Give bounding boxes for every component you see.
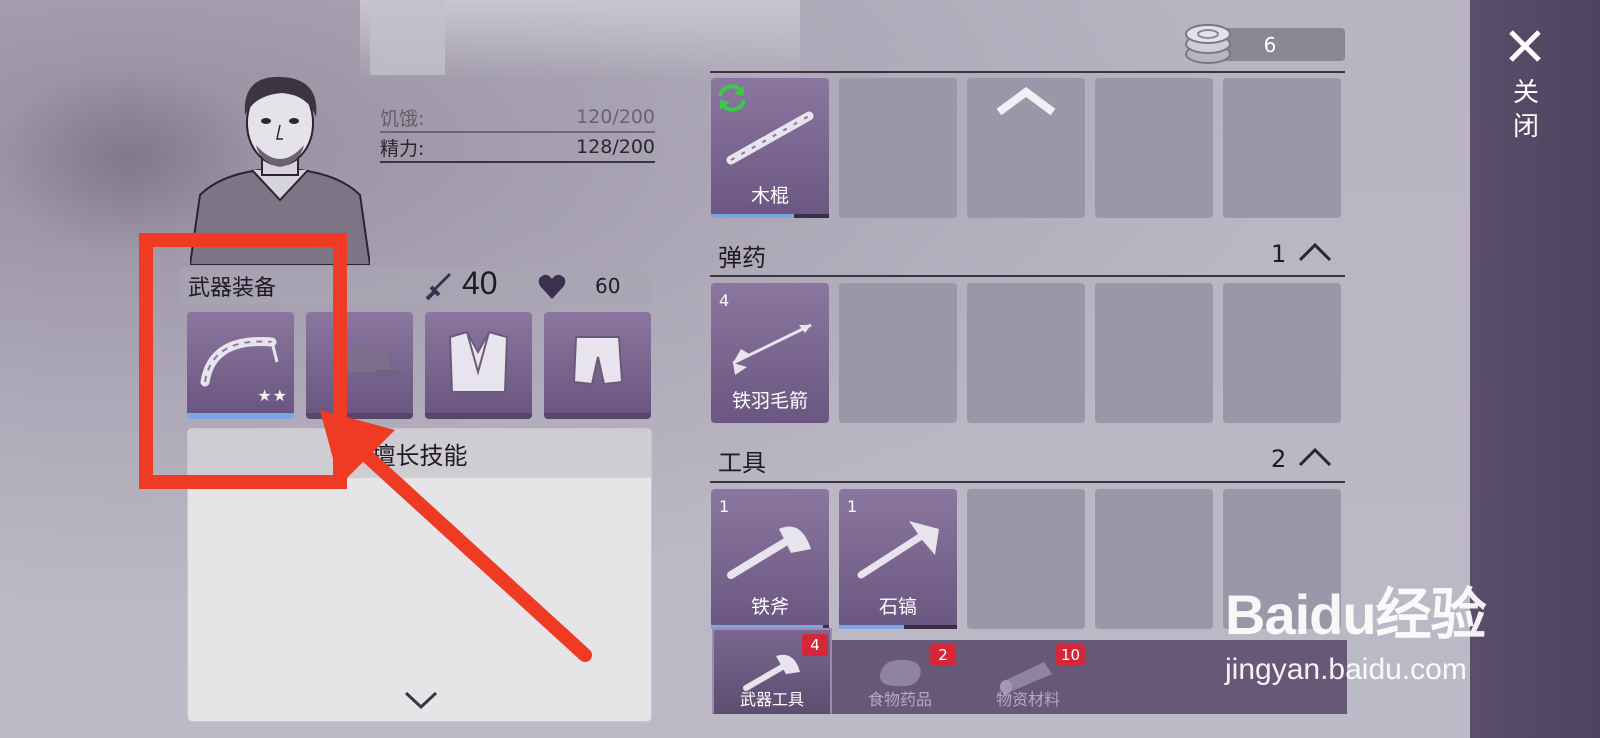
durability-fill [711,214,794,218]
inventory-slot-empty[interactable] [967,78,1085,218]
character-stats: 饥饿: 120/200 精力: 128/200 [380,103,655,163]
inventory-slot-empty[interactable] [1223,78,1341,218]
tab-badge: 4 [802,634,828,656]
divider [710,71,1345,73]
tab-badge: 10 [1056,644,1086,666]
refresh-icon[interactable] [714,82,750,114]
stat-row-hunger: 饥饿: 120/200 [380,103,655,133]
inventory-slot-empty[interactable] [839,78,957,218]
close-icon [1509,30,1541,62]
inventory-item-iron-arrow[interactable]: 4 铁羽毛箭 [711,283,829,423]
tab-materials[interactable]: 10 物资材料 [968,640,1088,714]
stat-label: 饥饿: [380,107,425,130]
stat-value: 120/200 [576,106,655,128]
durability-bar [711,214,829,218]
divider [710,275,1345,277]
tab-food-medicine[interactable]: 2 食物药品 [840,640,960,714]
inventory-slot-empty[interactable] [1095,283,1213,423]
chevron-up-icon[interactable] [967,78,1085,138]
inventory-item-wooden-stick[interactable]: 木棍 [711,78,829,218]
inventory-slot-empty[interactable] [1223,283,1341,423]
stat-value: 128/200 [576,136,655,158]
section-count-ammo: 1 [1271,240,1287,268]
coin-stack-icon [1185,24,1231,64]
close-label: 关闭 [1512,78,1539,142]
tab-label: 食物药品 [867,690,932,709]
watermark-url: jingyan.baidu.com [1225,653,1467,686]
item-name: 木棍 [750,185,789,207]
item-name: 铁羽毛箭 [731,390,808,412]
watermark: Baidu经验 jingyan.baidu.com [1225,570,1487,687]
vest-icon [448,330,509,393]
tab-label: 物资材料 [995,690,1060,709]
heart-icon [538,274,566,299]
item-name: 铁斧 [750,596,789,618]
attack-value: 40 [462,265,498,301]
shorts-icon [572,336,624,386]
section-title-tools: 工具 [718,449,766,477]
annotation-arrow-icon [320,410,592,662]
divider [710,481,1345,483]
background-panel-art [370,0,445,75]
chevron-down-icon[interactable] [403,689,439,711]
inventory-slot-empty[interactable] [1095,489,1213,629]
hp-value: 60 [595,274,621,298]
collapse-ammo-icon[interactable] [1297,240,1333,264]
tab-weapons-tools[interactable]: 4 武器工具 [712,628,832,714]
watermark-logo: Baidu经验 [1225,583,1487,646]
durability-fill [839,625,904,629]
stat-label: 精力: [380,137,425,160]
tab-badge: 2 [930,644,956,666]
collapse-tools-icon[interactable] [1297,445,1333,469]
inventory-slot-empty[interactable] [967,283,1085,423]
inventory-item-stone-pickaxe[interactable]: 1 石镐 [839,489,957,629]
currency-amount: 6 [1263,32,1277,57]
inventory-item-iron-axe[interactable]: 1 铁斧 [711,489,829,629]
inventory-slot-empty[interactable] [967,489,1085,629]
section-count-tools: 2 [1271,445,1287,473]
stat-row-energy: 精力: 128/200 [380,133,655,163]
tab-label: 武器工具 [739,690,804,709]
item-name: 石镐 [878,596,917,618]
durability-bar [839,625,957,629]
section-title-ammo: 弹药 [718,244,766,272]
sword-icon [425,273,451,301]
inventory-slot-empty[interactable] [1095,78,1213,218]
inventory-slot-empty[interactable] [839,283,957,423]
